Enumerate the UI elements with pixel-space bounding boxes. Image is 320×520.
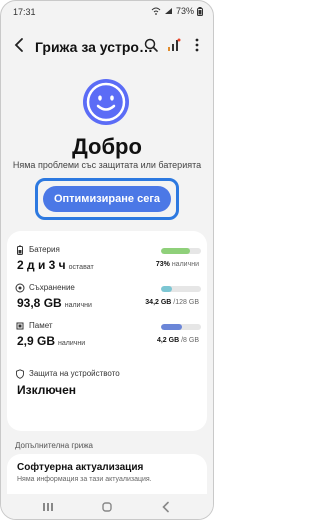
search-icon[interactable] [143,37,159,53]
storage-bar-fill [161,286,172,292]
battery-value-text: 2 д и 3 ч [17,258,66,272]
memory-bar-fill [161,324,183,330]
storage-value-text: 93,8 GB [17,296,62,310]
battery-label: Батерия [29,245,60,254]
battery-meta-rest: налични [169,261,199,268]
software-update-item[interactable]: Софтуерна актуализация Няма информация з… [7,454,207,494]
software-update-title: Софтуерна актуализация [17,462,144,473]
storage-icon [15,283,25,293]
battery-icon [17,245,23,255]
storage-label: Съхранение [29,283,75,292]
wifi-icon [151,7,161,15]
storage-meta: 34,2 GB /128 GB [145,299,199,306]
memory-bar [161,324,201,330]
battery-value: 2 д и 3 ч остават [17,258,94,272]
back-arrow-icon[interactable] [9,35,29,55]
memory-meta-rest: /8 GB [179,337,199,344]
memory-unit: налични [58,340,86,347]
battery-meta: 73% налични [156,261,199,268]
protection-label: Защита на устройството [29,369,120,378]
home-icon[interactable] [100,500,114,514]
battery-meta-bold: 73% [155,261,170,268]
memory-value-text: 2,9 GB [17,334,56,348]
status-bar: 17:31 73% [1,1,213,23]
storage-value: 93,8 GB налични [17,296,92,310]
battery-status-icon [197,6,203,16]
status-time: 17:31 [13,7,36,17]
battery-bar [161,248,201,254]
status-icons: 73% [151,6,203,16]
optimize-now-button[interactable]: Оптимизиране сега [43,186,171,212]
phone-screen: 17:31 73% Грижа за устро… Добро Няма про… [0,0,214,520]
app-bar: Грижа за устро… [1,27,213,63]
protection-value: Изключен [17,383,77,397]
shield-icon [16,369,24,379]
status-title: Добро [72,134,142,159]
page-title: Грижа за устро… [35,39,153,55]
stats-icon[interactable] [166,37,182,53]
back-nav-icon[interactable] [159,500,173,514]
storage-bar [161,286,201,292]
memory-meta: 4,2 GB /8 GB [157,337,199,344]
navigation-bar [1,495,213,519]
software-update-subtitle: Няма информация за тази актуализация. [17,476,152,483]
status-subtitle: Няма проблеми със защитата или батерията [12,160,202,170]
battery-percent: 73% [175,6,194,16]
memory-label: Памет [29,321,53,330]
battery-unit: остават [68,264,94,271]
extra-care-heading: Допълнителна грижа [15,441,93,450]
battery-bar-fill [161,248,191,254]
smiley-face-icon [83,79,129,125]
storage-unit: налични [64,302,92,309]
more-options-icon[interactable] [189,37,205,53]
metrics-card: Батерия 2 д и 3 ч остават 73% налични Съх… [7,231,207,431]
recent-apps-icon[interactable] [41,500,55,514]
optimize-highlight: Оптимизиране сега [35,178,179,220]
memory-meta-bold: 4,2 GB [156,337,180,344]
storage-meta-rest: /128 GB [171,299,199,306]
memory-value: 2,9 GB налични [17,334,85,348]
memory-icon [16,322,24,330]
signal-icon [164,8,172,14]
storage-meta-bold: 34,2 GB [145,299,172,306]
